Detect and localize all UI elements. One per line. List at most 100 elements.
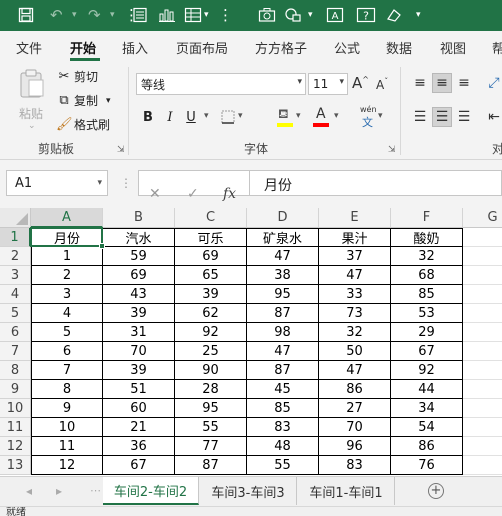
table-cell[interactable]: 48 bbox=[247, 437, 319, 456]
indent-icon[interactable]: ⇤ bbox=[484, 107, 502, 127]
table-icon[interactable] bbox=[184, 5, 202, 25]
paste-dropdown-icon[interactable]: ⌄ bbox=[28, 121, 36, 131]
sheet-tab[interactable]: 车间3-车间3 bbox=[200, 477, 297, 505]
table-cell[interactable]: 37 bbox=[319, 247, 391, 266]
table-cell[interactable]: 70 bbox=[103, 342, 175, 361]
table-cell[interactable]: 36 bbox=[103, 437, 175, 456]
tab-help[interactable]: 帮 bbox=[492, 38, 502, 57]
column-header-g[interactable]: G bbox=[463, 208, 502, 228]
redo-dropdown-icon[interactable]: ▾ bbox=[110, 5, 115, 25]
column-header-e[interactable]: E bbox=[319, 208, 391, 228]
table-cell[interactable]: 54 bbox=[391, 418, 463, 437]
table-cell[interactable]: 60 bbox=[103, 399, 175, 418]
worksheet-grid[interactable]: A B C D E F G 1 2 3 4 5 6 7 8 9 10 11 12 13 月份 汽水 可乐 矿泉水 果汁 酸奶 1 59… bbox=[0, 208, 502, 476]
table-cell[interactable]: 4 bbox=[31, 304, 103, 323]
bold-button[interactable]: B bbox=[138, 107, 158, 127]
empty-cell[interactable] bbox=[463, 266, 502, 285]
add-sheet-button[interactable]: + bbox=[428, 483, 444, 499]
empty-cell[interactable] bbox=[463, 285, 502, 304]
tab-insert[interactable]: 插入 bbox=[122, 38, 148, 57]
save-icon[interactable] bbox=[18, 5, 34, 25]
empty-cell[interactable] bbox=[463, 247, 502, 266]
font-size-select[interactable]: 11 ▾ bbox=[308, 73, 348, 95]
increase-font-button[interactable]: A^ bbox=[352, 74, 369, 92]
table-cell[interactable]: 83 bbox=[319, 456, 391, 475]
customize-icon[interactable]: ▾ bbox=[416, 5, 421, 25]
table-cell[interactable]: 95 bbox=[175, 399, 247, 418]
table-cell[interactable]: 83 bbox=[247, 418, 319, 437]
column-header-d[interactable]: D bbox=[247, 208, 319, 228]
table-cell[interactable]: 25 bbox=[175, 342, 247, 361]
font-color-dropdown-icon[interactable]: ▾ bbox=[334, 111, 339, 121]
header-cell[interactable]: 可乐 bbox=[175, 228, 247, 247]
row-header-3[interactable]: 3 bbox=[0, 266, 31, 285]
tab-fangfang[interactable]: 方方格子 bbox=[255, 38, 307, 57]
row-header-11[interactable]: 11 bbox=[0, 418, 31, 437]
fill-color-dropdown-icon[interactable]: ▾ bbox=[296, 111, 301, 121]
table-cell[interactable]: 67 bbox=[391, 342, 463, 361]
enter-icon[interactable]: ✓ bbox=[187, 181, 199, 207]
table-cell[interactable]: 27 bbox=[319, 399, 391, 418]
tab-data[interactable]: 数据 bbox=[386, 38, 412, 57]
chart-icon[interactable] bbox=[158, 5, 176, 25]
column-header-f[interactable]: F bbox=[391, 208, 463, 228]
form-icon[interactable] bbox=[132, 5, 148, 25]
sheet-tab[interactable]: 车间2-车间2 bbox=[103, 477, 199, 505]
empty-cell[interactable] bbox=[463, 323, 502, 342]
formula-bar-grip-icon[interactable]: ⋮ bbox=[120, 176, 132, 190]
empty-cell[interactable] bbox=[463, 228, 502, 247]
row-header-1[interactable]: 1 bbox=[0, 228, 31, 247]
table-cell[interactable]: 47 bbox=[247, 342, 319, 361]
table-cell[interactable]: 38 bbox=[247, 266, 319, 285]
table-cell[interactable]: 98 bbox=[247, 323, 319, 342]
shapes-icon[interactable] bbox=[284, 5, 302, 25]
table-cell[interactable]: 62 bbox=[175, 304, 247, 323]
table-cell[interactable]: 29 bbox=[391, 323, 463, 342]
table-cell[interactable]: 86 bbox=[391, 437, 463, 456]
redo-icon[interactable]: ↷ bbox=[88, 5, 101, 25]
table-cell[interactable]: 21 bbox=[103, 418, 175, 437]
help-icon[interactable]: ? bbox=[356, 5, 376, 25]
table-cell[interactable]: 39 bbox=[103, 361, 175, 380]
borders-dropdown-icon[interactable]: ▾ bbox=[238, 111, 243, 121]
table-cell[interactable]: 51 bbox=[103, 380, 175, 399]
table-cell[interactable]: 47 bbox=[247, 247, 319, 266]
table-cell[interactable]: 85 bbox=[391, 285, 463, 304]
table-cell[interactable]: 33 bbox=[319, 285, 391, 304]
row-header-5[interactable]: 5 bbox=[0, 304, 31, 323]
camera-icon[interactable] bbox=[258, 5, 276, 25]
phonetic-dropdown-icon[interactable]: ▾ bbox=[378, 111, 383, 121]
table-cell[interactable]: 3 bbox=[31, 285, 103, 304]
table-cell[interactable]: 11 bbox=[31, 437, 103, 456]
column-header-b[interactable]: B bbox=[103, 208, 175, 228]
table-cell[interactable]: 59 bbox=[103, 247, 175, 266]
phonetic-button[interactable]: wén 文 bbox=[358, 105, 378, 129]
header-cell[interactable]: 果汁 bbox=[319, 228, 391, 247]
formula-input[interactable]: 月份 bbox=[250, 170, 502, 196]
table-cell[interactable]: 53 bbox=[391, 304, 463, 323]
table-cell[interactable]: 77 bbox=[175, 437, 247, 456]
copy-dropdown-icon[interactable]: ▾ bbox=[106, 96, 111, 106]
row-header-12[interactable]: 12 bbox=[0, 437, 31, 456]
table-cell[interactable]: 2 bbox=[31, 266, 103, 285]
table-cell[interactable]: 76 bbox=[391, 456, 463, 475]
tab-formulas[interactable]: 公式 bbox=[334, 38, 360, 57]
undo-icon[interactable]: ↶ bbox=[50, 5, 63, 25]
table-cell[interactable]: 32 bbox=[391, 247, 463, 266]
table-cell[interactable]: 39 bbox=[103, 304, 175, 323]
text-box-icon[interactable]: A bbox=[326, 5, 344, 25]
paste-button[interactable]: 粘贴 ⌄ bbox=[14, 67, 50, 133]
table-cell[interactable]: 87 bbox=[247, 361, 319, 380]
table-cell[interactable]: 67 bbox=[103, 456, 175, 475]
orientation-icon[interactable]: ⤢ bbox=[484, 73, 502, 93]
table-cell[interactable]: 6 bbox=[31, 342, 103, 361]
table-cell[interactable]: 86 bbox=[319, 380, 391, 399]
eraser-icon[interactable] bbox=[386, 5, 402, 25]
table-cell[interactable]: 50 bbox=[319, 342, 391, 361]
table-cell[interactable]: 8 bbox=[31, 380, 103, 399]
tab-file[interactable]: 文件 bbox=[16, 38, 42, 57]
table-cell[interactable]: 28 bbox=[175, 380, 247, 399]
table-cell[interactable]: 70 bbox=[319, 418, 391, 437]
table-cell[interactable]: 34 bbox=[391, 399, 463, 418]
fill-handle[interactable] bbox=[99, 243, 105, 249]
